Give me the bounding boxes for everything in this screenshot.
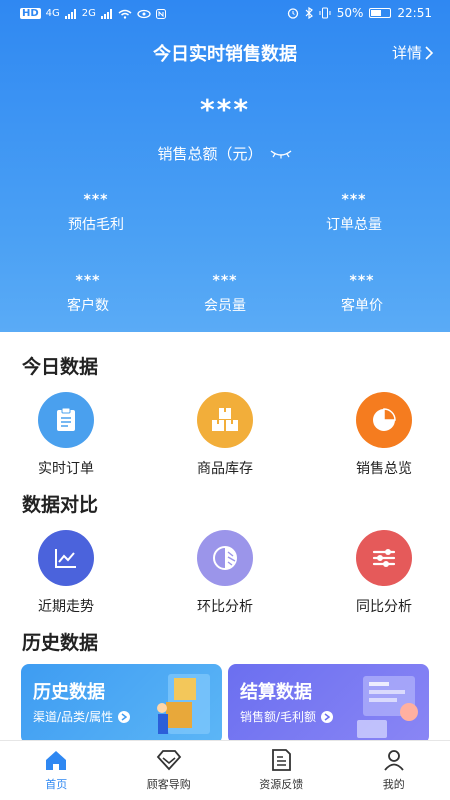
avg-order-value: *** (349, 273, 375, 289)
tab-home[interactable]: 首页 (0, 741, 113, 800)
wifi-icon (118, 9, 132, 19)
tab-shopping-guide[interactable]: 顾客导购 (113, 741, 226, 800)
tab-home-label: 首页 (45, 778, 68, 791)
order-total-stat: *** 订单总量 (294, 192, 414, 234)
signal-icon-2 (100, 8, 112, 19)
tab-resource-feedback-label: 资源反馈 (259, 778, 304, 791)
detail-label: 详情 (391, 44, 422, 62)
tab-me[interactable]: 我的 (338, 741, 450, 800)
document-icon (272, 749, 292, 771)
history-section-title: 历史数据 (22, 632, 99, 654)
home-icon (46, 751, 67, 770)
arrow-circle-icon-2 (321, 710, 334, 723)
trend-chart-icon (55, 549, 76, 568)
customers-value: *** (75, 273, 101, 289)
settlement-card-subtitle: 销售额/毛利额 (240, 710, 317, 724)
nfc-icon (155, 8, 166, 19)
history-data-card[interactable]: 历史数据 渠道/品类/属性 (21, 664, 222, 744)
settlement-card-title: 结算数据 (240, 682, 312, 703)
realtime-orders-button[interactable]: 实时订单 (11, 392, 121, 478)
eye-status-icon (137, 9, 151, 18)
boxes-icon (212, 408, 238, 431)
battery-icon (369, 8, 392, 18)
dashboard-illustration-icon (357, 676, 418, 738)
inventory-button[interactable]: 商品库存 (170, 392, 280, 478)
tab-resource-feedback[interactable]: 资源反馈 (225, 741, 338, 800)
vibrate-icon (319, 7, 331, 19)
tab-bar: 首页 顾客导购 资源反馈 我的 (0, 740, 450, 800)
order-total-value: *** (341, 192, 367, 208)
status-bar-left: HD 4G 2G (20, 8, 166, 19)
realtime-orders-label: 实时订单 (38, 461, 94, 477)
gross-profit-value: *** (83, 192, 109, 208)
members-label: 会员量 (204, 298, 246, 314)
signal-2g-label: 2G (81, 8, 96, 19)
gross-profit-stat: *** 预估毛利 (36, 192, 156, 234)
detail-button[interactable]: 详情 (392, 42, 434, 63)
customers-label: 客户数 (67, 298, 109, 314)
tab-me-label: 我的 (382, 778, 405, 791)
avg-order-label: 客单价 (341, 298, 383, 314)
package-illustration-icon (157, 674, 210, 734)
mom-analysis-label: 环比分析 (197, 599, 253, 615)
realtime-orders-circle (38, 392, 94, 448)
page-title: 今日实时销售数据 (153, 44, 297, 65)
sales-header: HD 4G 2G 50% 22:51 今日实时销售数据 详情 *** 销售总额（… (0, 0, 450, 332)
total-sales-label: 销售总额（元） (157, 145, 263, 163)
yoy-analysis-label: 同比分析 (356, 599, 412, 615)
eye-closed-icon[interactable] (269, 148, 293, 160)
total-sales-label-row: 销售总额（元） (0, 143, 450, 164)
arrow-circle-icon (118, 710, 131, 723)
total-sales-value: *** (200, 93, 250, 126)
half-circle-icon (213, 546, 237, 570)
avg-order-stat: *** 客单价 (302, 273, 422, 315)
pie-chart-icon (373, 408, 396, 431)
signal-4g-label: 4G (45, 8, 60, 19)
customers-stat: *** 客户数 (28, 273, 148, 315)
history-card-subtitle: 渠道/品类/属性 (33, 710, 114, 724)
chevron-right-icon (425, 45, 434, 60)
clipboard-icon (57, 407, 75, 431)
compare-section-title: 数据对比 (22, 494, 99, 516)
bluetooth-icon (305, 7, 313, 19)
yoy-analysis-button[interactable]: 同比分析 (329, 530, 439, 616)
yoy-analysis-circle (356, 530, 412, 586)
user-icon (384, 750, 404, 771)
members-value: *** (212, 273, 238, 289)
signal-icon (64, 8, 76, 19)
gross-profit-label: 预估毛利 (68, 217, 124, 233)
members-stat: *** 会员量 (165, 273, 285, 315)
mom-analysis-button[interactable]: 环比分析 (170, 530, 280, 616)
mom-analysis-circle (197, 530, 253, 586)
recent-trend-label: 近期走势 (38, 599, 94, 615)
recent-trend-button[interactable]: 近期走势 (11, 530, 121, 616)
inventory-circle (197, 392, 253, 448)
history-card-title: 历史数据 (33, 682, 105, 703)
tab-shopping-guide-label: 顾客导购 (146, 778, 191, 791)
today-section-title: 今日数据 (22, 356, 99, 378)
sales-overview-circle (356, 392, 412, 448)
alarm-icon (287, 8, 298, 19)
battery-percent: 50% (336, 6, 364, 20)
sales-overview-label: 销售总览 (356, 461, 412, 477)
recent-trend-circle (38, 530, 94, 586)
status-bar-right: 50% 22:51 (287, 6, 432, 20)
order-total-label: 订单总量 (326, 217, 382, 233)
settlement-data-card[interactable]: 结算数据 销售额/毛利额 (228, 664, 429, 744)
diamond-icon (156, 750, 181, 771)
inventory-label: 商品库存 (197, 461, 253, 477)
sales-overview-button[interactable]: 销售总览 (329, 392, 439, 478)
clock: 22:51 (397, 6, 432, 20)
history-card-subtitle-row: 渠道/品类/属性 (33, 708, 131, 725)
main-content: 今日数据 实时订单 商品库存 销售总览 数据对比 近期走势 环比分析 同比分析 … (0, 332, 450, 744)
sliders-icon (372, 549, 396, 567)
status-bar: HD 4G 2G 50% 22:51 (0, 0, 450, 30)
settlement-card-subtitle-row: 销售额/毛利额 (240, 708, 334, 725)
hd-badge: HD (20, 8, 41, 19)
